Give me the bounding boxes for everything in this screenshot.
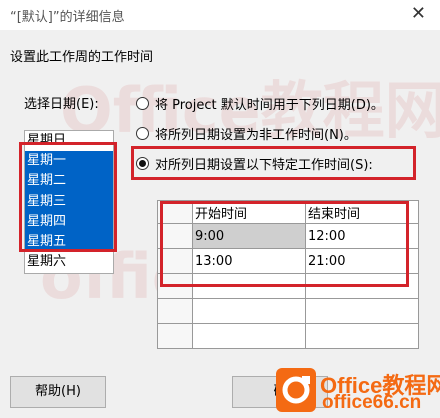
table-row [157, 298, 419, 324]
day-list[interactable]: 星期日 星期一 星期二 星期三 星期四 星期五 星期六 [24, 130, 114, 274]
radio-nonworking-time[interactable] [136, 127, 149, 140]
start-time-header: 开始时间 [192, 200, 306, 224]
option-specific-time-label: 对所列日期设置以下特定工作时间(S): [155, 158, 373, 173]
table-row [157, 323, 419, 349]
option-default-time[interactable]: 将 Project 默认时间用于下列日期(D)。 [136, 94, 384, 113]
table-row: 9:00 12:00 [157, 223, 419, 249]
end-time-cell[interactable] [305, 273, 419, 299]
window-title: “[默认]”的详细信息 [10, 10, 125, 25]
select-days-label: 选择日期(E): [24, 97, 99, 112]
title-bar: “[默认]”的详细信息 ✕ [0, 0, 440, 30]
day-item-sunday[interactable]: 星期日 [25, 131, 113, 151]
table-row [157, 273, 419, 299]
end-time-cell[interactable]: 12:00 [305, 223, 419, 249]
logo-brand-text: Office教程网 [320, 373, 440, 398]
row-header[interactable] [157, 323, 193, 349]
option-specific-time[interactable]: 对所列日期设置以下特定工作时间(S): [136, 154, 373, 173]
grid-header-row: 开始时间 结束时间 [157, 200, 419, 224]
row-header [157, 200, 193, 224]
day-item-thursday[interactable]: 星期四 [25, 211, 113, 232]
end-time-cell[interactable] [305, 298, 419, 324]
start-time-cell[interactable] [192, 323, 306, 349]
start-time-cell[interactable]: 13:00 [192, 248, 306, 274]
day-item-wednesday[interactable]: 星期三 [25, 191, 113, 212]
start-time-cell[interactable] [192, 273, 306, 299]
row-header[interactable] [157, 298, 193, 324]
work-time-grid[interactable]: 开始时间 结束时间 9:00 12:00 13:00 21:00 [157, 200, 419, 349]
ok-button[interactable]: 确 [232, 376, 328, 408]
day-item-friday[interactable]: 星期五 [25, 231, 113, 253]
day-item-saturday[interactable]: 星期六 [25, 252, 113, 272]
radio-default-time[interactable] [136, 97, 149, 110]
row-header[interactable] [157, 223, 193, 249]
end-time-cell[interactable]: 21:00 [305, 248, 419, 274]
row-header[interactable] [157, 273, 193, 299]
logo-domain-text: office66.cn [322, 392, 422, 413]
start-time-cell[interactable]: 9:00 [192, 223, 306, 249]
table-row: 13:00 21:00 [157, 248, 419, 274]
help-button[interactable]: 帮助(H) [10, 376, 106, 408]
end-time-header: 结束时间 [305, 200, 419, 224]
start-time-cell[interactable] [192, 298, 306, 324]
section-heading: 设置此工作周的工作时间 [10, 50, 154, 65]
radio-specific-time[interactable] [136, 157, 149, 170]
option-nonworking-time-label: 将所列日期设置为非工作时间(N)。 [155, 128, 357, 143]
option-default-time-label: 将 Project 默认时间用于下列日期(D)。 [155, 98, 384, 113]
day-item-tuesday[interactable]: 星期二 [25, 171, 113, 192]
close-icon[interactable]: ✕ [411, 3, 426, 24]
option-nonworking-time[interactable]: 将所列日期设置为非工作时间(N)。 [136, 124, 357, 143]
row-header[interactable] [157, 248, 193, 274]
end-time-cell[interactable] [305, 323, 419, 349]
day-item-monday[interactable]: 星期一 [25, 151, 113, 172]
